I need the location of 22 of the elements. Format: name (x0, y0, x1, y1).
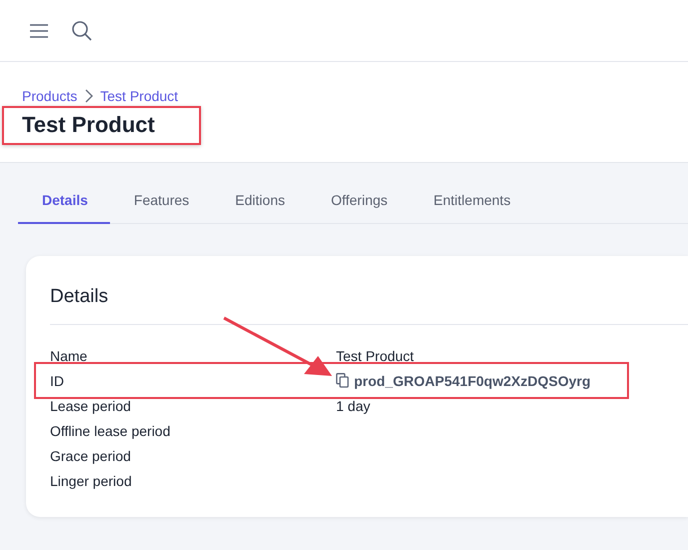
field-value: 1 day (336, 398, 370, 414)
tab[interactable]: Features (110, 163, 212, 224)
menu-icon[interactable] (29, 22, 49, 38)
field-label: Linger period (50, 472, 133, 488)
field-label: ID (50, 372, 65, 388)
page-title: Test Product (22, 112, 155, 138)
card-heading: Details (50, 286, 688, 325)
tab[interactable]: Offerings (306, 163, 410, 224)
tab[interactable]: Entitlements (410, 163, 533, 224)
tab[interactable]: Editions (211, 163, 307, 224)
chevron-right-icon (84, 89, 94, 103)
search-icon[interactable] (71, 20, 93, 42)
field-label: Name (50, 348, 88, 364)
field-label: Lease period (50, 398, 132, 414)
tab[interactable]: Details (18, 163, 110, 224)
field-value: Test Product (336, 348, 414, 364)
breadcrumb-link[interactable]: Test Product (100, 88, 178, 104)
field-label: Grace period (50, 448, 132, 464)
field-label: Offline lease period (50, 422, 172, 438)
breadcrumb-link[interactable]: Products (22, 88, 78, 104)
field-value: prod_GROAP541F0qw2XzDQSOyrg (354, 372, 591, 388)
copy-icon[interactable] (336, 373, 349, 388)
